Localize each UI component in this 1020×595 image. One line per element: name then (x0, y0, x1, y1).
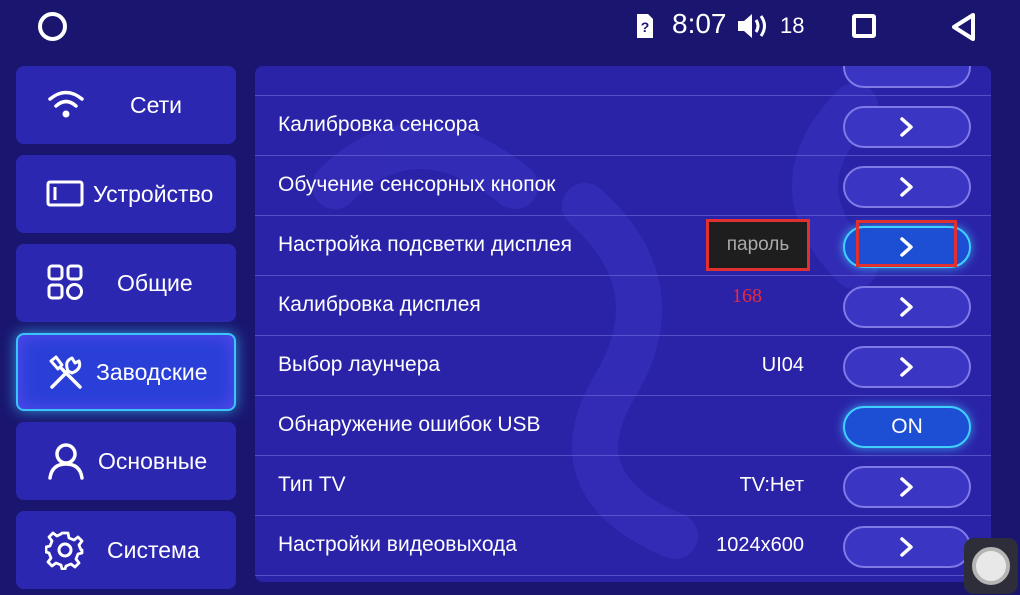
sidebar-item-general[interactable]: Общие (16, 244, 236, 322)
sidebar-item-label: Общие (117, 269, 193, 296)
list-item[interactable]: Калибровка дисплея (255, 276, 991, 336)
list-item-partial (255, 66, 991, 96)
chevron-button[interactable] (843, 526, 971, 568)
screen-icon (46, 180, 84, 207)
list-item[interactable]: Обнаружение ошибок USB ON (255, 396, 991, 456)
chevron-button[interactable] (843, 106, 971, 148)
list-item[interactable]: Калибровка сенсора (255, 96, 991, 156)
row-value: 1024x600 (716, 534, 804, 556)
clock: 8:07 (672, 8, 727, 39)
password-annotation: пароль (706, 219, 810, 271)
sidebar-item-factory[interactable]: Заводские (16, 333, 236, 411)
wifi-icon (48, 90, 84, 118)
row-value: TV:Нет (739, 474, 804, 496)
highlight-box (856, 220, 957, 267)
volume-level: 18 (780, 13, 805, 38)
sidebar-item-device[interactable]: Устройство (16, 155, 236, 233)
sidebar-item-networks[interactable]: Сети (16, 66, 236, 144)
gear-icon (45, 531, 84, 570)
sidebar-item-system[interactable]: Система (16, 511, 236, 589)
settings-panel: Калибровка сенсора Обучение сенсорных кн… (255, 66, 991, 582)
chevron-button[interactable] (843, 346, 971, 388)
volume-icon[interactable] (736, 11, 772, 41)
chevron-button[interactable] (843, 286, 971, 328)
chevron-button[interactable] (843, 466, 971, 508)
home-circle-icon[interactable] (38, 12, 67, 41)
status-bar: ? 8:07 18 (0, 0, 1020, 52)
row-label: Выбор лаунчера (278, 353, 441, 376)
password-hint: 168 (732, 285, 762, 307)
user-icon (48, 443, 84, 480)
tools-icon (49, 355, 82, 389)
floating-assist-button[interactable] (964, 538, 1018, 594)
row-label: Обнаружение ошибок USB (278, 413, 541, 436)
sidebar-item-label: Устройство (93, 180, 214, 207)
sidebar-item-basic[interactable]: Основные (16, 422, 236, 500)
row-label: Калибровка дисплея (278, 293, 481, 316)
row-value: UI04 (761, 354, 804, 376)
list-item[interactable]: Выбор лаунчера UI04 (255, 336, 991, 396)
chevron-right-icon (900, 177, 913, 197)
list-item[interactable]: Настройки видеовыхода 1024x600 (255, 516, 991, 576)
back-triangle-icon[interactable] (950, 12, 978, 42)
list-item[interactable]: Обучение сенсорных кнопок (255, 156, 991, 216)
svg-text:?: ? (641, 19, 650, 35)
recents-square-icon[interactable] (852, 14, 876, 38)
sidebar-item-label: Заводские (96, 358, 208, 385)
row-label: Обучение сенсорных кнопок (278, 173, 556, 196)
sidebar-item-label: Сети (130, 91, 183, 118)
assist-circle-icon (972, 547, 1010, 585)
list-item[interactable]: Тип TV TV:Нет (255, 456, 991, 516)
row-label: Настройки видеовыхода (278, 533, 517, 556)
row-label: Калибровка сенсора (278, 113, 480, 136)
chevron-right-icon (900, 477, 913, 497)
chevron-right-icon (900, 537, 913, 557)
sidebar-item-label: Система (107, 536, 200, 563)
chevron-right-icon (900, 117, 913, 137)
chevron-button[interactable] (843, 66, 971, 88)
chevron-button[interactable] (843, 166, 971, 208)
row-label: Настройка подсветки дисплея (278, 233, 572, 256)
sidebar-item-label: Основные (98, 447, 208, 474)
usb-detect-toggle[interactable]: ON (843, 406, 971, 448)
chevron-right-icon (900, 297, 913, 317)
row-label: Тип TV (278, 473, 346, 496)
grid-icon (47, 264, 83, 300)
chevron-right-icon (900, 357, 913, 377)
sim-alert-icon: ? (637, 14, 653, 38)
